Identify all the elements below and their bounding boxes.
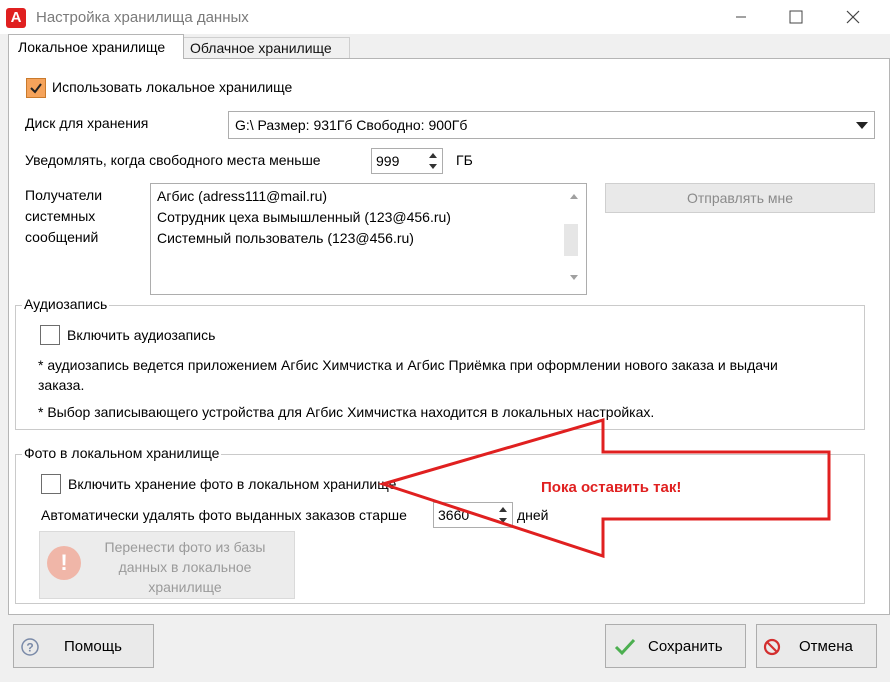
tab-local-storage[interactable]: Локальное хранилище	[8, 34, 184, 59]
checkmark-icon	[614, 638, 636, 656]
cancel-button[interactable]: Отмена	[756, 624, 877, 668]
help-icon: ?	[21, 638, 39, 656]
cancel-icon	[763, 638, 781, 656]
annotation-arrow	[377, 418, 831, 559]
help-button[interactable]: ? Помощь	[13, 624, 154, 668]
save-button[interactable]: Сохранить	[605, 624, 746, 668]
annotation-text: Пока оставить так!	[541, 479, 682, 496]
svg-text:?: ?	[26, 641, 33, 655]
